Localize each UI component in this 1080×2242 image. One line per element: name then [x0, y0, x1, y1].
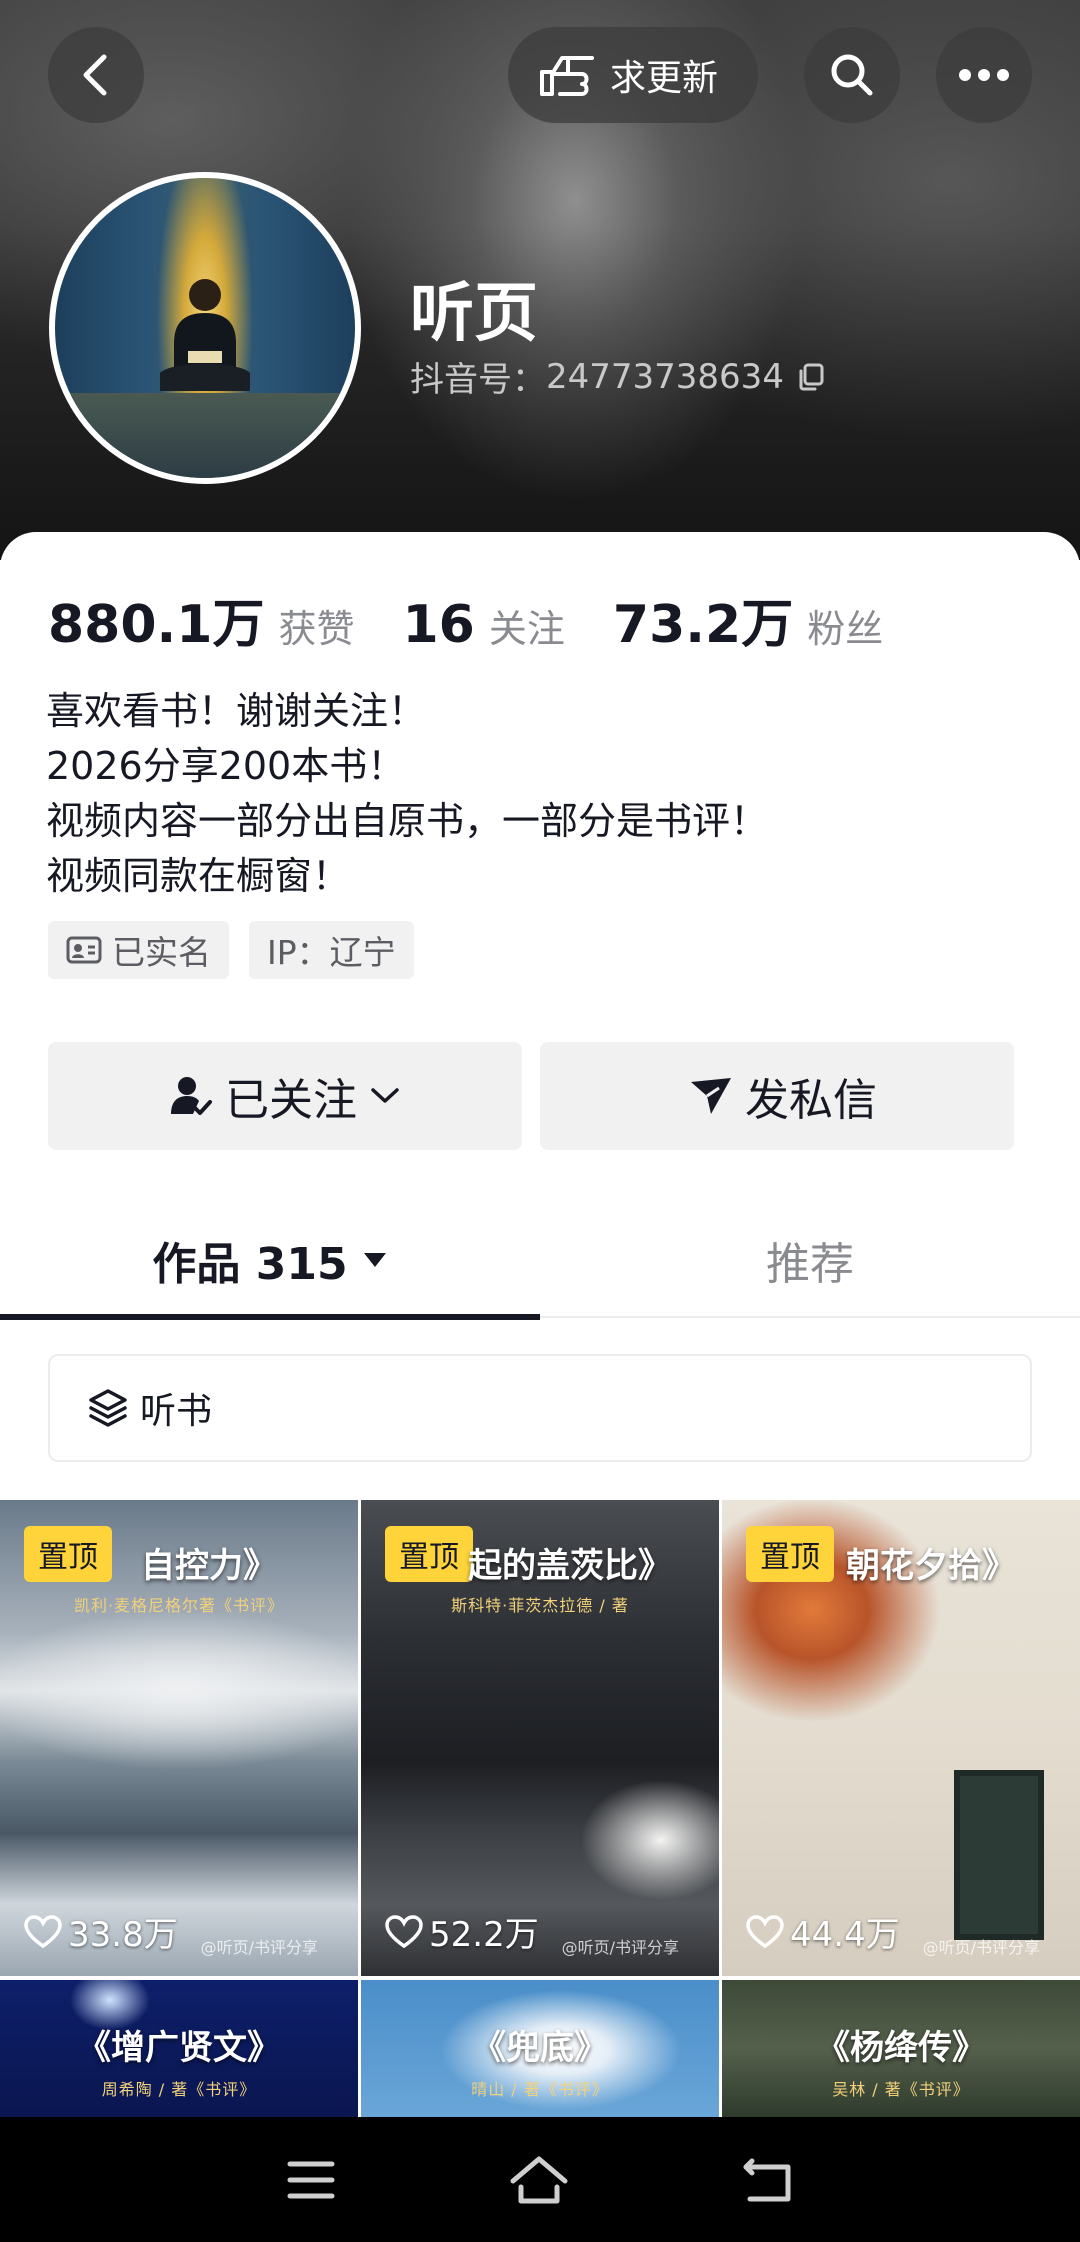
paper-plane-icon: [691, 1078, 731, 1114]
layers-icon: [89, 1389, 127, 1427]
ip-label: IP：辽宁: [267, 933, 396, 972]
more-dots-icon: [959, 69, 1009, 81]
menu-icon[interactable]: [286, 2158, 336, 2202]
like-count: 33.8万: [24, 1907, 178, 1956]
bio-line: 喜欢看书！谢谢关注！: [46, 689, 427, 733]
tab-recommend[interactable]: 推荐: [540, 1202, 1080, 1318]
video-watermark: @听页/书评分享: [561, 1938, 679, 1957]
collection-label: 听书: [140, 1391, 213, 1432]
like-count-value: 52.2万: [429, 1915, 539, 1955]
video-thumb[interactable]: 置顶 起的盖茨比》 斯科特·菲茨杰拉德 / 著 52.2万 @听页/书评分享: [361, 1500, 719, 1976]
video-title: 起的盖茨比》: [468, 1546, 672, 1586]
video-subtitle: 斯科特·菲茨杰拉德 / 著: [451, 1596, 629, 1615]
video-subtitle: 凯利·麦格尼格尔著《书评》: [73, 1596, 285, 1615]
following-label[interactable]: 关注: [489, 598, 565, 653]
bio-line: 2026分享200本书！: [46, 744, 406, 788]
douyin-id-value: 24773738634: [546, 356, 784, 397]
bio-line: 视频同款在橱窗！: [46, 854, 351, 898]
avatar[interactable]: [49, 172, 361, 484]
like-count-value: 33.8万: [68, 1915, 178, 1955]
video-title: 自控力》: [141, 1546, 277, 1586]
caret-down-icon: [363, 1253, 386, 1267]
system-nav-bar: [0, 2117, 1080, 2242]
more-button[interactable]: [936, 27, 1032, 123]
content-tabs: 作品 315 推荐: [0, 1202, 1080, 1320]
video-thumb[interactable]: 置顶 朝花夕拾》 44.4万 @听页/书评分享: [722, 1500, 1080, 1976]
video-subtitle: 吴林 / 著《书评》: [832, 2080, 970, 2099]
likes-label: 获赞: [278, 607, 355, 651]
back-arrow-icon: [83, 54, 107, 96]
video-thumb[interactable]: 《杨绛传》 吴林 / 著《书评》: [722, 1980, 1080, 2117]
video-title: 《杨绛传》: [816, 2028, 986, 2068]
video-title: 《兜底》: [472, 2028, 608, 2068]
verified-tag: 已实名: [48, 921, 229, 979]
video-watermark: @听页/书评分享: [922, 1938, 1040, 1957]
video-watermark: @听页/书评分享: [200, 1938, 318, 1957]
video-title: 朝花夕拾》: [846, 1546, 1016, 1586]
followed-button[interactable]: 已关注: [48, 1042, 522, 1150]
search-button[interactable]: [804, 27, 900, 123]
heart-icon: [746, 1914, 784, 1948]
bio-line: 视频内容一部分出自原书，一部分是书评！: [46, 799, 769, 843]
avatar-reading-person-image: [160, 279, 250, 391]
followed-label: 已关注: [225, 1075, 357, 1126]
request-update-label: 求更新: [610, 58, 719, 99]
send-message-label: 发私信: [745, 1075, 877, 1126]
video-subtitle: 晴山 / 著《书评》: [471, 2080, 609, 2099]
chevron-down-icon: [371, 1088, 399, 1103]
stats-row: 880.1万 获赞 16 关注 73.2万 粉丝: [48, 582, 931, 657]
copy-icon[interactable]: [796, 362, 826, 392]
window-shape: [954, 1770, 1044, 1940]
video-title: 《增广贤文》: [77, 2028, 281, 2068]
home-icon[interactable]: [509, 2155, 569, 2205]
like-count: 52.2万: [385, 1907, 539, 1956]
like-count: 44.4万: [746, 1907, 900, 1956]
id-card-icon: [66, 936, 102, 964]
douyin-id: 抖音号： 24773738634: [410, 352, 826, 401]
likes-count: 880.1万: [48, 595, 265, 655]
video-thumb[interactable]: 《增广贤文》 周希陶 / 著《书评》: [0, 1980, 358, 2117]
tab-works[interactable]: 作品 315: [0, 1202, 540, 1320]
pointing-hand-icon: [540, 56, 594, 96]
avatar-floor: [55, 393, 355, 478]
followers-label[interactable]: 粉丝: [807, 598, 883, 653]
video-subtitle: 周希陶 / 著《书评》: [101, 2080, 257, 2099]
video-thumb[interactable]: 置顶 自控力》 凯利·麦格尼格尔著《书评》 33.8万 @听页/书评分享: [0, 1500, 358, 1976]
tab-works-label: 作品 315: [152, 1239, 348, 1290]
request-update-button[interactable]: 求更新: [508, 27, 758, 123]
heart-icon: [24, 1914, 62, 1948]
back-nav-icon[interactable]: [742, 2157, 794, 2203]
search-icon: [831, 54, 873, 96]
collection-listen-books[interactable]: 听书: [48, 1354, 1032, 1462]
user-check-icon: [171, 1077, 212, 1115]
heart-icon: [385, 1914, 423, 1948]
nickname: 听页: [410, 277, 538, 351]
like-count-value: 44.4万: [790, 1915, 900, 1955]
video-thumb[interactable]: 《兜底》 晴山 / 著《书评》: [361, 1980, 719, 2117]
send-message-button[interactable]: 发私信: [540, 1042, 1014, 1150]
bio: 喜欢看书！谢谢关注！ 2026分享200本书！ 视频内容一部分出自原书，一部分是…: [46, 684, 768, 904]
douyin-id-label: 抖音号：: [410, 360, 546, 400]
back-button[interactable]: [48, 27, 144, 123]
following-count[interactable]: 16: [403, 595, 475, 655]
tags-row: 已实名 IP：辽宁: [48, 921, 434, 979]
profile-header: 求更新 听页 抖音号： 24773738634: [0, 0, 1080, 560]
tab-recommend-label: 推荐: [766, 1239, 854, 1290]
followers-count[interactable]: 73.2万: [613, 582, 793, 657]
verified-label: 已实名: [112, 933, 211, 972]
ip-tag: IP：辽宁: [249, 921, 414, 979]
